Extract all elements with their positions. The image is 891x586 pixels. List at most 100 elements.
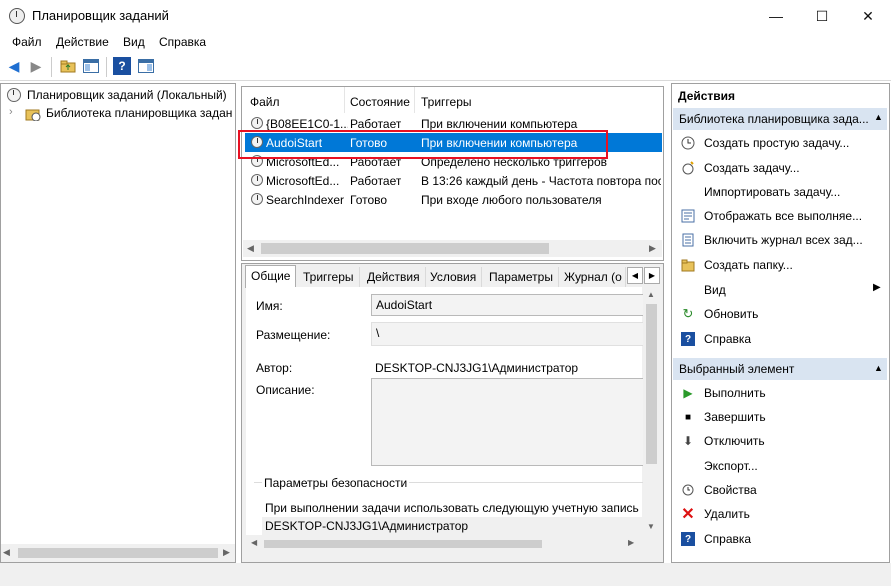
menu-help[interactable]: Справка	[159, 35, 206, 49]
scroll-left-icon[interactable]: ◀	[3, 547, 10, 558]
column-header-file[interactable]: Файл	[250, 95, 280, 109]
security-account-row: DESKTOP-CNJ3JG1\Администратор	[262, 517, 642, 535]
submenu-arrow-icon: ▶	[873, 282, 881, 293]
scroll-thumb[interactable]	[261, 243, 549, 254]
tree-horizontal-scrollbar[interactable]: ◀ ▶	[1, 544, 235, 562]
help-icon[interactable]: ?	[113, 57, 131, 75]
actions-section-selected-item[interactable]: Выбранный элемент	[673, 358, 887, 380]
table-row[interactable]: MicrosoftEd... Работает В 13:26 каждый д…	[245, 171, 662, 190]
task-name: {B08EE1C0-1...	[266, 117, 348, 131]
action-label: Отключить	[704, 434, 765, 448]
tab-history[interactable]: Журнал (о	[559, 267, 626, 287]
tab-triggers[interactable]: Триггеры	[298, 267, 360, 287]
tab-conditions[interactable]: Условия	[425, 267, 483, 287]
forward-arrow-icon[interactable]: ▶	[27, 57, 45, 75]
action-end[interactable]: ■ Завершить	[673, 406, 887, 428]
menu-file[interactable]: Файл	[12, 35, 42, 49]
column-divider	[344, 87, 345, 113]
maximize-button[interactable]: ☐	[799, 0, 845, 32]
tab-settings[interactable]: Параметры	[484, 267, 559, 287]
tree-pane: Планировщик заданий (Локальный) › Библио…	[0, 83, 236, 563]
show-hide-tree-icon[interactable]	[82, 57, 100, 75]
action-create-task[interactable]: Создать задачу...	[673, 157, 887, 179]
help-icon: ?	[681, 332, 695, 346]
action-properties[interactable]: Свойства	[673, 479, 887, 501]
action-label: Удалить	[704, 507, 750, 521]
clock-icon	[7, 88, 21, 102]
scroll-left-icon[interactable]: ◀	[247, 243, 254, 254]
task-state: Готово	[350, 193, 388, 207]
disable-icon: ⬇	[682, 434, 694, 448]
collapse-up-icon[interactable]: ▲	[874, 363, 883, 373]
security-title: Параметры безопасности	[262, 476, 410, 490]
action-view[interactable]: Вид ▶	[673, 279, 887, 301]
tab-scroll-left-icon[interactable]: ◀	[627, 267, 643, 284]
toolbar-separator	[51, 57, 52, 77]
action-create-folder[interactable]: Создать папку...	[673, 254, 887, 276]
action-export[interactable]: Экспорт...	[673, 455, 887, 477]
show-hide-action-pane-icon[interactable]	[137, 57, 155, 75]
menu-action[interactable]: Действие	[56, 35, 109, 49]
scroll-up-icon[interactable]: ▲	[647, 290, 655, 299]
scroll-down-icon[interactable]: ▼	[647, 522, 655, 531]
tab-actions[interactable]: Действия	[362, 267, 426, 287]
action-create-basic-task[interactable]: Создать простую задачу...	[673, 132, 887, 154]
description-label: Описание:	[256, 383, 315, 397]
task-trigger: При включении компьютера	[421, 117, 578, 131]
tree-library-label: Библиотека планировщика задан	[46, 106, 233, 120]
scroll-right-icon[interactable]: ▶	[649, 243, 656, 254]
tree-item-library[interactable]: › Библиотека планировщика задан	[9, 104, 235, 122]
actions-pane-header: Действия	[678, 89, 736, 103]
scroll-thumb[interactable]	[18, 548, 218, 558]
action-disable[interactable]: ⬇ Отключить	[673, 430, 887, 452]
scroll-right-icon[interactable]: ▶	[628, 538, 634, 547]
tab-scroll-right-icon[interactable]: ▶	[644, 267, 660, 284]
action-run[interactable]: ▶ Выполнить	[673, 382, 887, 404]
actions-section-library[interactable]: Библиотека планировщика зада...	[673, 108, 887, 130]
menu-bar: Файл Действие Вид Справка	[0, 32, 891, 52]
description-field[interactable]	[371, 378, 644, 466]
task-name: SearchIndexer	[266, 193, 345, 207]
action-show-running[interactable]: Отображать все выполняе...	[673, 205, 887, 227]
location-field: \	[371, 322, 644, 346]
collapse-up-icon[interactable]: ▲	[874, 112, 883, 122]
refresh-icon: ↻	[682, 306, 694, 321]
column-header-state[interactable]: Состояние	[350, 95, 410, 109]
title-bar: Планировщик заданий — ☐ ✕	[0, 0, 891, 32]
table-row[interactable]: SearchIndexer Готово При входе любого по…	[245, 190, 662, 209]
task-state: Работает	[350, 117, 402, 131]
red-highlight-box	[238, 130, 608, 159]
tab-general[interactable]: Общие	[245, 265, 297, 288]
log-icon	[681, 233, 695, 247]
name-field[interactable]: AudoiStart	[371, 294, 644, 316]
wizard-icon	[681, 136, 695, 150]
column-header-triggers[interactable]: Триггеры	[421, 95, 472, 109]
location-label: Размещение:	[256, 328, 331, 342]
action-refresh[interactable]: ↻ Обновить	[673, 303, 887, 325]
scroll-left-icon[interactable]: ◀	[251, 538, 257, 547]
action-enable-log[interactable]: Включить журнал всех зад...	[673, 229, 887, 251]
details-vertical-scrollbar[interactable]: ▲ ▼	[643, 288, 660, 536]
author-value: DESKTOP-CNJ3JG1\Администратор	[375, 361, 579, 375]
action-help[interactable]: ? Справка	[673, 328, 887, 350]
close-button[interactable]: ✕	[845, 0, 891, 32]
task-name: MicrosoftEd...	[266, 174, 340, 188]
task-trigger: В 13:26 каждый день - Частота повтора по…	[421, 174, 661, 188]
menu-view[interactable]: Вид	[123, 35, 145, 49]
action-delete[interactable]: ✕ Удалить	[673, 503, 887, 525]
scroll-thumb[interactable]	[646, 304, 657, 464]
security-text: При выполнении задачи использовать следу…	[265, 501, 639, 515]
new-task-icon	[681, 161, 695, 175]
up-folder-icon[interactable]	[59, 57, 77, 75]
task-list-horizontal-scrollbar[interactable]: ◀ ▶	[243, 240, 662, 257]
details-horizontal-scrollbar[interactable]: ◀ ▶	[246, 537, 642, 551]
action-label: Завершить	[704, 410, 766, 424]
action-import-task[interactable]: Импортировать задачу...	[673, 181, 887, 203]
stop-icon: ■	[684, 411, 692, 423]
scroll-right-icon[interactable]: ▶	[223, 547, 230, 558]
back-arrow-icon[interactable]: ◀	[5, 57, 23, 75]
minimize-button[interactable]: —	[753, 0, 799, 32]
scroll-thumb[interactable]	[264, 540, 542, 548]
chevron-right-icon[interactable]: ›	[9, 106, 13, 118]
action-help-selected[interactable]: ? Справка	[673, 528, 887, 550]
